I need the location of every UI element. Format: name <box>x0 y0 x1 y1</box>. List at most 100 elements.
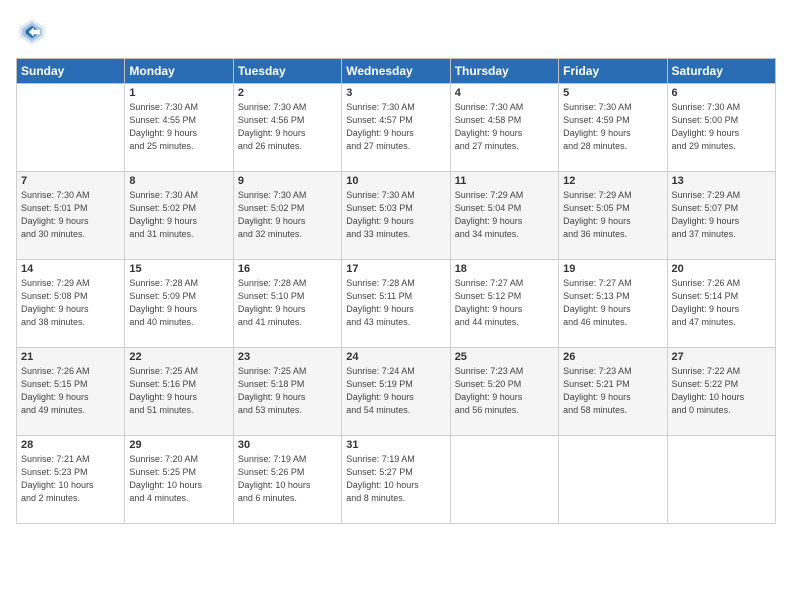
calendar-cell: 16 Sunrise: 7:28 AMSunset: 5:10 PMDayligh… <box>233 260 341 348</box>
day-info: Sunrise: 7:30 AMSunset: 4:56 PMDaylight:… <box>238 101 337 153</box>
day-number: 7 <box>21 175 120 187</box>
day-info: Sunrise: 7:19 AMSunset: 5:26 PMDaylight:… <box>238 453 337 505</box>
day-info: Sunrise: 7:23 AMSunset: 5:20 PMDaylight:… <box>455 365 554 417</box>
header-cell-tuesday: Tuesday <box>233 59 341 84</box>
day-number: 3 <box>346 87 445 99</box>
day-number: 25 <box>455 351 554 363</box>
day-number: 26 <box>563 351 662 363</box>
calendar-cell: 22 Sunrise: 7:25 AMSunset: 5:16 PMDayligh… <box>125 348 233 436</box>
calendar-cell: 26 Sunrise: 7:23 AMSunset: 5:21 PMDayligh… <box>559 348 667 436</box>
day-number: 19 <box>563 263 662 275</box>
calendar-body: 1 Sunrise: 7:30 AMSunset: 4:55 PMDaylight… <box>17 84 776 524</box>
day-number: 14 <box>21 263 120 275</box>
header-cell-wednesday: Wednesday <box>342 59 450 84</box>
day-info: Sunrise: 7:28 AMSunset: 5:09 PMDaylight:… <box>129 277 228 329</box>
day-number: 16 <box>238 263 337 275</box>
calendar-cell: 5 Sunrise: 7:30 AMSunset: 4:59 PMDaylight… <box>559 84 667 172</box>
header-row: SundayMondayTuesdayWednesdayThursdayFrid… <box>17 59 776 84</box>
day-info: Sunrise: 7:27 AMSunset: 5:13 PMDaylight:… <box>563 277 662 329</box>
day-number: 17 <box>346 263 445 275</box>
day-number: 20 <box>672 263 771 275</box>
day-number: 21 <box>21 351 120 363</box>
calendar-cell: 18 Sunrise: 7:27 AMSunset: 5:12 PMDayligh… <box>450 260 558 348</box>
day-number: 27 <box>672 351 771 363</box>
calendar-cell: 30 Sunrise: 7:19 AMSunset: 5:26 PMDayligh… <box>233 436 341 524</box>
header-cell-sunday: Sunday <box>17 59 125 84</box>
day-number: 28 <box>21 439 120 451</box>
day-number: 8 <box>129 175 228 187</box>
day-number: 30 <box>238 439 337 451</box>
calendar-cell: 31 Sunrise: 7:19 AMSunset: 5:27 PMDayligh… <box>342 436 450 524</box>
calendar-cell: 20 Sunrise: 7:26 AMSunset: 5:14 PMDayligh… <box>667 260 775 348</box>
day-info: Sunrise: 7:30 AMSunset: 4:58 PMDaylight:… <box>455 101 554 153</box>
day-info: Sunrise: 7:27 AMSunset: 5:12 PMDaylight:… <box>455 277 554 329</box>
day-info: Sunrise: 7:29 AMSunset: 5:08 PMDaylight:… <box>21 277 120 329</box>
day-info: Sunrise: 7:25 AMSunset: 5:16 PMDaylight:… <box>129 365 228 417</box>
day-info: Sunrise: 7:30 AMSunset: 5:00 PMDaylight:… <box>672 101 771 153</box>
day-number: 29 <box>129 439 228 451</box>
day-number: 5 <box>563 87 662 99</box>
calendar-cell: 24Sunrise: 7:24 AMSunset: 5:19 PMDayligh… <box>342 348 450 436</box>
day-number: 22 <box>129 351 228 363</box>
calendar-cell: 9Sunrise: 7:30 AMSunset: 5:02 PMDaylight… <box>233 172 341 260</box>
calendar-cell: 15 Sunrise: 7:28 AMSunset: 5:09 PMDayligh… <box>125 260 233 348</box>
day-info: Sunrise: 7:30 AMSunset: 5:02 PMDaylight:… <box>129 189 228 241</box>
logo <box>16 16 52 48</box>
calendar-cell: 19 Sunrise: 7:27 AMSunset: 5:13 PMDayligh… <box>559 260 667 348</box>
day-number: 11 <box>455 175 554 187</box>
day-number: 18 <box>455 263 554 275</box>
day-info: Sunrise: 7:30 AMSunset: 4:59 PMDaylight:… <box>563 101 662 153</box>
calendar-cell: 23 Sunrise: 7:25 AMSunset: 5:18 PMDayligh… <box>233 348 341 436</box>
day-number: 1 <box>129 87 228 99</box>
day-info: Sunrise: 7:30 AMSunset: 5:03 PMDaylight:… <box>346 189 445 241</box>
calendar-cell: 1 Sunrise: 7:30 AMSunset: 4:55 PMDaylight… <box>125 84 233 172</box>
day-info: Sunrise: 7:29 AMSunset: 5:04 PMDaylight:… <box>455 189 554 241</box>
week-row-4: 28 Sunrise: 7:21 AMSunset: 5:23 PMDayligh… <box>17 436 776 524</box>
day-info: Sunrise: 7:29 AMSunset: 5:07 PMDaylight:… <box>672 189 771 241</box>
calendar-cell: 21 Sunrise: 7:26 AMSunset: 5:15 PMDayligh… <box>17 348 125 436</box>
calendar-cell: 27Sunrise: 7:22 AMSunset: 5:22 PMDayligh… <box>667 348 775 436</box>
day-info: Sunrise: 7:30 AMSunset: 4:55 PMDaylight:… <box>129 101 228 153</box>
day-number: 6 <box>672 87 771 99</box>
header <box>16 16 776 48</box>
day-number: 31 <box>346 439 445 451</box>
day-number: 2 <box>238 87 337 99</box>
day-info: Sunrise: 7:30 AMSunset: 5:01 PMDaylight:… <box>21 189 120 241</box>
calendar-cell: 6 Sunrise: 7:30 AMSunset: 5:00 PMDaylight… <box>667 84 775 172</box>
calendar-cell: 10 Sunrise: 7:30 AMSunset: 5:03 PMDayligh… <box>342 172 450 260</box>
day-number: 12 <box>563 175 662 187</box>
week-row-1: 7 Sunrise: 7:30 AMSunset: 5:01 PMDaylight… <box>17 172 776 260</box>
calendar-cell: 13 Sunrise: 7:29 AMSunset: 5:07 PMDayligh… <box>667 172 775 260</box>
calendar-cell <box>667 436 775 524</box>
calendar-cell: 28 Sunrise: 7:21 AMSunset: 5:23 PMDayligh… <box>17 436 125 524</box>
day-info: Sunrise: 7:21 AMSunset: 5:23 PMDaylight:… <box>21 453 120 505</box>
day-info: Sunrise: 7:19 AMSunset: 5:27 PMDaylight:… <box>346 453 445 505</box>
day-number: 9 <box>238 175 337 187</box>
calendar-cell: 14 Sunrise: 7:29 AMSunset: 5:08 PMDayligh… <box>17 260 125 348</box>
calendar-cell: 3Sunrise: 7:30 AMSunset: 4:57 PMDaylight… <box>342 84 450 172</box>
day-info: Sunrise: 7:28 AMSunset: 5:10 PMDaylight:… <box>238 277 337 329</box>
calendar-cell: 11 Sunrise: 7:29 AMSunset: 5:04 PMDayligh… <box>450 172 558 260</box>
day-info: Sunrise: 7:29 AMSunset: 5:05 PMDaylight:… <box>563 189 662 241</box>
page: SundayMondayTuesdayWednesdayThursdayFrid… <box>0 0 792 612</box>
day-info: Sunrise: 7:28 AMSunset: 5:11 PMDaylight:… <box>346 277 445 329</box>
week-row-3: 21 Sunrise: 7:26 AMSunset: 5:15 PMDayligh… <box>17 348 776 436</box>
week-row-0: 1 Sunrise: 7:30 AMSunset: 4:55 PMDaylight… <box>17 84 776 172</box>
calendar-cell: 29Sunrise: 7:20 AMSunset: 5:25 PMDayligh… <box>125 436 233 524</box>
calendar-cell: 25 Sunrise: 7:23 AMSunset: 5:20 PMDayligh… <box>450 348 558 436</box>
calendar-cell: 17 Sunrise: 7:28 AMSunset: 5:11 PMDayligh… <box>342 260 450 348</box>
header-cell-saturday: Saturday <box>667 59 775 84</box>
logo-icon <box>16 16 48 48</box>
day-info: Sunrise: 7:26 AMSunset: 5:14 PMDaylight:… <box>672 277 771 329</box>
day-info: Sunrise: 7:24 AMSunset: 5:19 PMDaylight:… <box>346 365 445 417</box>
calendar-cell: 8 Sunrise: 7:30 AMSunset: 5:02 PMDaylight… <box>125 172 233 260</box>
day-number: 23 <box>238 351 337 363</box>
calendar-header: SundayMondayTuesdayWednesdayThursdayFrid… <box>17 59 776 84</box>
day-info: Sunrise: 7:23 AMSunset: 5:21 PMDaylight:… <box>563 365 662 417</box>
day-info: Sunrise: 7:26 AMSunset: 5:15 PMDaylight:… <box>21 365 120 417</box>
day-info: Sunrise: 7:25 AMSunset: 5:18 PMDaylight:… <box>238 365 337 417</box>
day-number: 10 <box>346 175 445 187</box>
day-number: 15 <box>129 263 228 275</box>
calendar-cell: 7 Sunrise: 7:30 AMSunset: 5:01 PMDaylight… <box>17 172 125 260</box>
day-number: 13 <box>672 175 771 187</box>
